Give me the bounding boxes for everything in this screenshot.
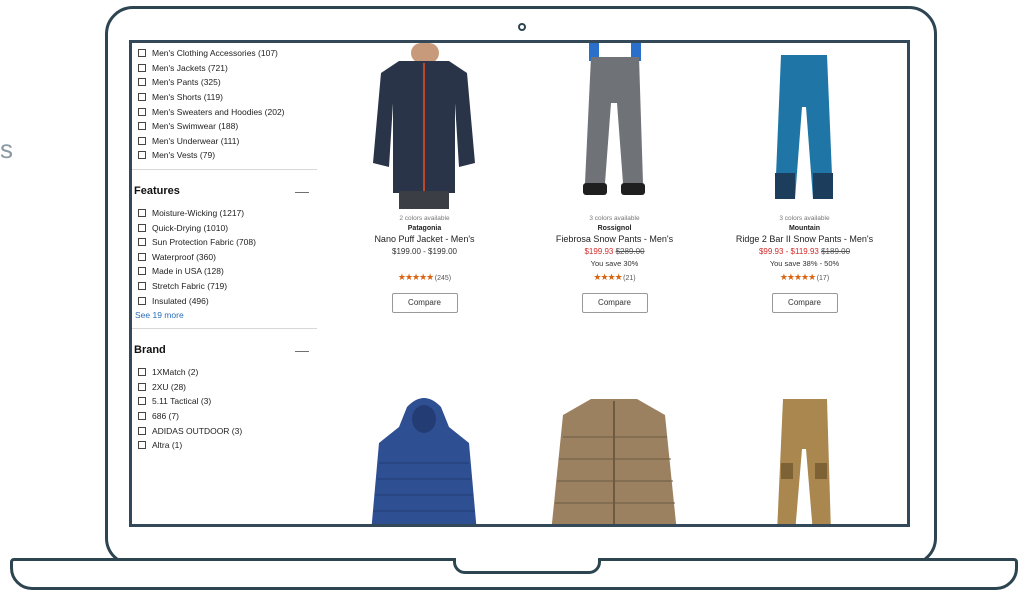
- brand-title: Brand: [134, 343, 166, 356]
- filter-option[interactable]: Waterproof (360): [132, 250, 327, 265]
- see-more-link[interactable]: See 19 more: [132, 308, 327, 322]
- product-card[interactable]: [337, 393, 512, 524]
- product-price: $199.00 - $199.00: [392, 247, 457, 256]
- filter-option[interactable]: Insulated (496): [132, 293, 327, 308]
- sale-price: $199.93: [584, 247, 614, 256]
- filter-option[interactable]: Sun Protection Fabric (708): [132, 235, 327, 250]
- compare-button[interactable]: Compare: [391, 293, 458, 313]
- product-image[interactable]: [527, 393, 702, 524]
- checkbox[interactable]: [138, 107, 146, 116]
- filter-option[interactable]: 686 (7): [132, 409, 327, 424]
- original-price: $189.00: [821, 247, 851, 256]
- product-price: $199.93 $289.00: [527, 247, 702, 256]
- checkbox[interactable]: [138, 382, 146, 391]
- checkbox[interactable]: [138, 441, 146, 450]
- laptop-base: [10, 558, 1018, 590]
- filter-option[interactable]: Men's Swimwear (188): [132, 119, 327, 134]
- laptop-notch: [453, 558, 601, 574]
- review-count: (17): [816, 275, 830, 282]
- product-card[interactable]: 3 colors available Mountain Ridge 2 Bar …: [717, 43, 892, 313]
- filter-option[interactable]: ADIDAS OUTDOOR (3): [132, 423, 327, 438]
- review-count: (245): [434, 275, 452, 282]
- checkbox[interactable]: [138, 252, 146, 261]
- checkbox[interactable]: [138, 151, 146, 160]
- product-title[interactable]: Fiebrosa Snow Pants - Men's: [527, 234, 702, 244]
- colors-available: 3 colors available: [779, 215, 830, 222]
- filter-option[interactable]: 1XMatch (2): [132, 365, 327, 380]
- divider: [132, 327, 317, 329]
- checkbox[interactable]: [138, 238, 146, 247]
- rating-stars: ★★★★★ (17): [779, 272, 830, 282]
- compare-button[interactable]: Compare: [771, 293, 838, 313]
- product-card[interactable]: [717, 393, 892, 524]
- sale-price: $99.93 - $119.93: [758, 247, 819, 256]
- product-brand: Rossignol: [597, 225, 632, 232]
- checkbox[interactable]: [138, 136, 146, 145]
- rating-stars: ★★★★ (21): [593, 272, 636, 282]
- save-note: You save 30%: [590, 259, 639, 268]
- filter-sidebar: Men's Clothing Accessories (107) Men's J…: [132, 43, 327, 524]
- product-price: $99.93 - $119.93 $189.00: [717, 247, 892, 256]
- review-count: (21): [623, 275, 636, 282]
- filter-option[interactable]: Altra (1): [132, 438, 327, 453]
- filter-option[interactable]: Quick-Drying (1010): [132, 220, 327, 235]
- checkbox[interactable]: [138, 223, 146, 232]
- checkbox[interactable]: [138, 93, 146, 102]
- product-card[interactable]: 2 colors available Patagonia Nano Puff J…: [337, 43, 512, 313]
- filter-option[interactable]: Men's Jackets (721): [132, 61, 327, 76]
- checkbox[interactable]: [138, 78, 146, 87]
- brand-header[interactable]: Brand —: [132, 335, 327, 365]
- features-header[interactable]: Features —: [132, 176, 327, 206]
- filter-option[interactable]: 5.11 Tactical (3): [132, 394, 327, 409]
- product-grid: 2 colors available Patagonia Nano Puff J…: [337, 43, 907, 524]
- product-image[interactable]: [337, 393, 512, 524]
- product-card[interactable]: [527, 393, 702, 524]
- rating-stars: ★★★★★ (245): [397, 272, 452, 282]
- filter-option[interactable]: Men's Shorts (119): [132, 90, 327, 105]
- filter-option[interactable]: Men's Pants (325): [132, 75, 327, 90]
- filter-option[interactable]: Made in USA (128): [132, 264, 327, 279]
- compare-button[interactable]: Compare: [581, 293, 648, 313]
- product-brand: Mountain: [788, 225, 821, 232]
- laptop-mockup: s Men's Clothing Accessories (107) Men's…: [0, 0, 1021, 592]
- filter-option[interactable]: Men's Underwear (111): [132, 134, 327, 149]
- product-image[interactable]: [527, 43, 702, 209]
- features-title: Features: [134, 184, 180, 197]
- filter-option[interactable]: Stretch Fabric (719): [132, 279, 327, 294]
- product-card[interactable]: 3 colors available Rossignol Fiebrosa Sn…: [527, 43, 702, 313]
- checkbox[interactable]: [138, 282, 146, 291]
- laptop-screen: Men's Clothing Accessories (107) Men's J…: [129, 40, 910, 527]
- checkbox[interactable]: [138, 426, 146, 435]
- save-note: You save 38% - 50%: [769, 259, 840, 268]
- checkbox[interactable]: [138, 267, 146, 276]
- product-image[interactable]: [717, 43, 892, 209]
- filter-option[interactable]: 2XU (28): [132, 380, 327, 395]
- checkbox[interactable]: [138, 368, 146, 377]
- divider: [132, 168, 317, 170]
- colors-available: 2 colors available: [399, 215, 450, 222]
- checkbox[interactable]: [138, 63, 146, 72]
- checkbox[interactable]: [138, 296, 146, 305]
- product-title[interactable]: Nano Puff Jacket - Men's: [337, 234, 512, 244]
- filter-option[interactable]: Men's Clothing Accessories (107): [132, 46, 327, 61]
- side-caption-letter: s: [0, 134, 13, 164]
- webcam-icon: [518, 23, 526, 31]
- collapse-icon[interactable]: —: [295, 342, 309, 358]
- product-image[interactable]: [717, 393, 892, 524]
- filter-option[interactable]: Men's Vests (79): [132, 148, 327, 163]
- product-brand: Patagonia: [407, 225, 442, 232]
- checkbox[interactable]: [138, 209, 146, 218]
- filter-option[interactable]: Men's Sweaters and Hoodies (202): [132, 104, 327, 119]
- checkbox[interactable]: [138, 397, 146, 406]
- original-price: $289.00: [615, 247, 645, 256]
- filter-option[interactable]: Moisture-Wicking (1217): [132, 206, 327, 221]
- product-image[interactable]: [337, 43, 512, 209]
- checkbox[interactable]: [138, 122, 146, 131]
- colors-available: 3 colors available: [589, 215, 640, 222]
- checkbox[interactable]: [138, 411, 146, 420]
- product-title[interactable]: Ridge 2 Bar II Snow Pants - Men's: [717, 234, 892, 244]
- checkbox[interactable]: [138, 49, 146, 58]
- collapse-icon[interactable]: —: [295, 183, 309, 199]
- pants-shape: [585, 57, 643, 183]
